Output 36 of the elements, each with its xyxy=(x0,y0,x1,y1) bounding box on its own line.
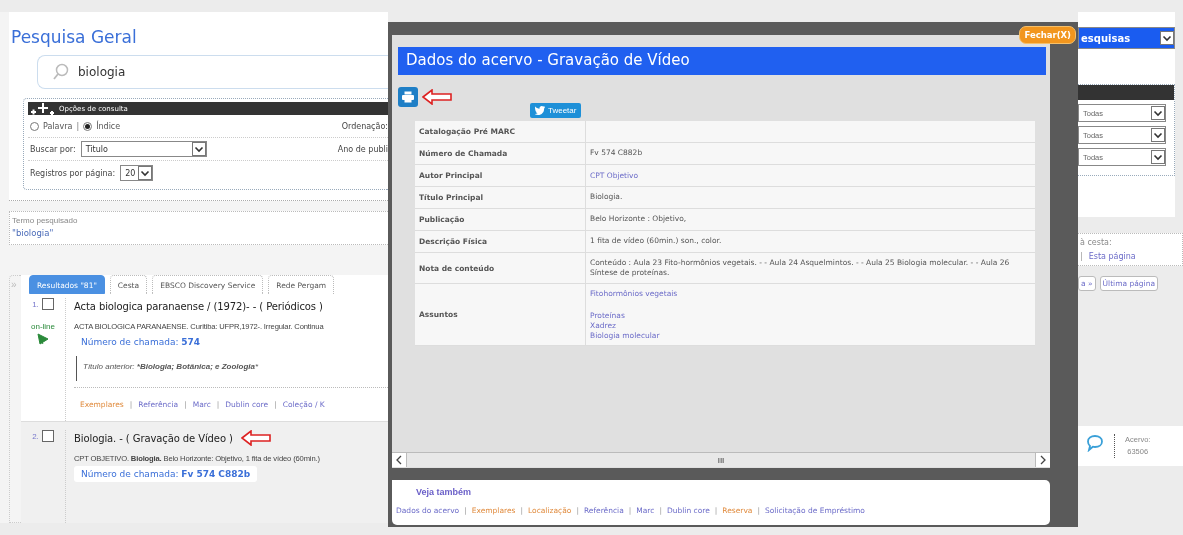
bird-icon xyxy=(535,106,545,115)
panel-title: Pesquisa Geral xyxy=(10,26,138,47)
field-label: Ordenação: xyxy=(341,121,388,131)
legend: Termo pesquisado xyxy=(12,216,388,225)
scroll-grip: III xyxy=(717,455,725,465)
search-field[interactable]: biologia xyxy=(37,55,388,89)
separator: | xyxy=(76,121,80,131)
per-page-select[interactable]: 20 xyxy=(120,165,154,181)
call-number: Número de chamada: Fv 574 C882b xyxy=(74,466,258,482)
result-number: 2. xyxy=(32,431,39,441)
checkbox[interactable] xyxy=(41,430,54,442)
basket-link[interactable]: Esta página xyxy=(1088,252,1136,261)
field-label: Registros por página: xyxy=(30,168,116,178)
result-title[interactable]: Biologia. - ( Gravação de Vídeo ) xyxy=(74,432,233,444)
search-history-select[interactable]: esquisas xyxy=(1078,27,1175,49)
link-separator: | xyxy=(1080,252,1083,261)
tweet-button[interactable]: Tweetar xyxy=(530,103,582,118)
result-number: 1. xyxy=(32,299,39,309)
search-term: "biologia" xyxy=(12,228,55,238)
scroll-right-icon xyxy=(1038,454,1048,466)
search-by-select[interactable]: Titulo xyxy=(80,141,207,157)
speech-bubble-icon xyxy=(1086,434,1104,452)
scroll-left-icon xyxy=(394,454,404,466)
legend: à cesta: xyxy=(1080,238,1182,247)
result-title[interactable]: Acta biologica paranaense / (1972)- - ( Periódicos ) xyxy=(74,300,323,312)
field-label: Ano de publi xyxy=(337,144,388,154)
plus-icon xyxy=(30,102,56,115)
online-label: on-line xyxy=(31,322,55,331)
horizontal-scrollbar[interactable]: III xyxy=(392,452,1050,467)
field-label: Buscar por: xyxy=(30,144,76,154)
radio-button[interactable]: Palavra xyxy=(30,121,73,131)
search-icon xyxy=(52,63,70,81)
radio-button[interactable]: Índice xyxy=(83,121,121,131)
checkbox[interactable] xyxy=(41,298,54,310)
print-button[interactable] xyxy=(398,87,418,107)
modal-title: Dados do acervo - Gravação de Vídeo xyxy=(398,47,1046,75)
